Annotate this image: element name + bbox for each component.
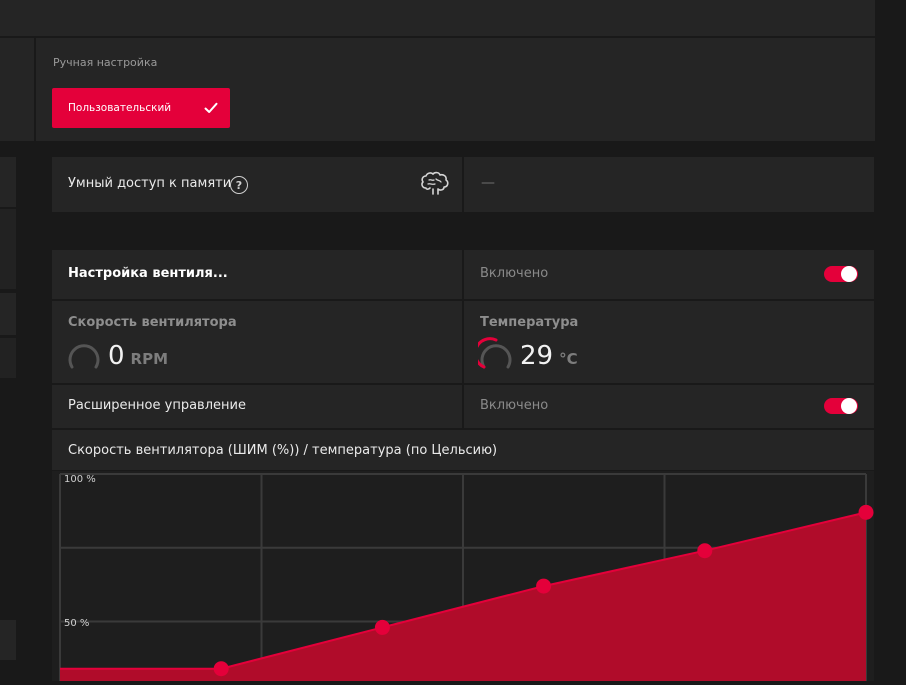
left-panel-row bbox=[0, 293, 16, 335]
y-tick-label-50: 50 % bbox=[64, 618, 90, 629]
checkmark-icon bbox=[204, 102, 218, 113]
temperature-value: 29 bbox=[520, 341, 554, 371]
toggle-knob bbox=[841, 398, 857, 414]
fan-curve-title: Скорость вентилятора (ШИМ (%)) / темпера… bbox=[68, 443, 498, 458]
help-icon[interactable]: ? bbox=[230, 176, 248, 194]
toggle-knob bbox=[841, 266, 857, 282]
fan-curve-svg[interactable] bbox=[52, 471, 874, 681]
top-panel bbox=[0, 0, 875, 36]
fan-curve-point[interactable] bbox=[697, 543, 713, 559]
fan-speed-label: Скорость вентилятора bbox=[68, 315, 237, 330]
smart-memory-access-title: Умный доступ к памяти bbox=[68, 176, 232, 191]
fan-curve-point[interactable] bbox=[536, 578, 552, 594]
custom-profile-label: Пользовательский bbox=[68, 102, 172, 114]
left-panel bbox=[0, 38, 34, 141]
fan-curve-point[interactable] bbox=[858, 504, 874, 520]
temperature-reading: 29 °C bbox=[520, 341, 578, 371]
fan-curve-point[interactable] bbox=[213, 661, 229, 677]
advanced-control-row: Расширенное управление bbox=[52, 385, 462, 428]
fan-tuning-state: Включено bbox=[480, 266, 549, 281]
fan-curve-chart[interactable]: 100 % 50 % bbox=[52, 471, 874, 681]
advanced-control-title: Расширенное управление bbox=[68, 398, 246, 413]
y-tick-label-100: 100 % bbox=[64, 474, 96, 485]
manual-tuning-panel: Ручная настройка Пользовательский bbox=[36, 38, 875, 141]
fan-speed-metric: Скорость вентилятора 0 RPM bbox=[52, 301, 462, 383]
smart-memory-access-value-cell: — bbox=[464, 157, 874, 212]
fan-speed-gauge-icon bbox=[68, 344, 100, 369]
manual-tuning-label: Ручная настройка bbox=[53, 56, 158, 69]
advanced-control-state-cell: Включено bbox=[464, 385, 874, 428]
fan-curve-point[interactable] bbox=[374, 619, 390, 635]
smart-memory-access-row: Умный доступ к памяти ? bbox=[52, 157, 462, 212]
fan-speed-value: 0 bbox=[108, 341, 125, 371]
fan-tuning-state-cell: Включено bbox=[464, 250, 874, 299]
left-panel-row bbox=[0, 338, 16, 378]
fan-tuning-title: Настройка вентиля... bbox=[68, 266, 228, 281]
left-panel-row bbox=[0, 620, 16, 660]
temperature-unit: °C bbox=[559, 350, 578, 368]
brain-icon bbox=[421, 171, 449, 195]
advanced-control-toggle[interactable] bbox=[824, 398, 858, 414]
temperature-label: Температура bbox=[480, 315, 579, 330]
advanced-control-state: Включено bbox=[480, 398, 549, 413]
custom-profile-button[interactable]: Пользовательский bbox=[52, 88, 230, 128]
left-panel-row bbox=[0, 209, 16, 289]
smart-memory-access-value: — bbox=[481, 175, 495, 191]
fan-speed-unit: RPM bbox=[130, 350, 169, 368]
temperature-gauge-icon bbox=[478, 337, 512, 369]
fan-speed-reading: 0 RPM bbox=[108, 341, 168, 371]
temperature-metric: Температура 29 °C bbox=[464, 301, 874, 383]
fan-curve-header: Скорость вентилятора (ШИМ (%)) / темпера… bbox=[52, 430, 874, 470]
fan-tuning-row: Настройка вентиля... bbox=[52, 250, 462, 299]
fan-tuning-toggle[interactable] bbox=[824, 266, 858, 282]
left-panel-row bbox=[0, 157, 16, 207]
